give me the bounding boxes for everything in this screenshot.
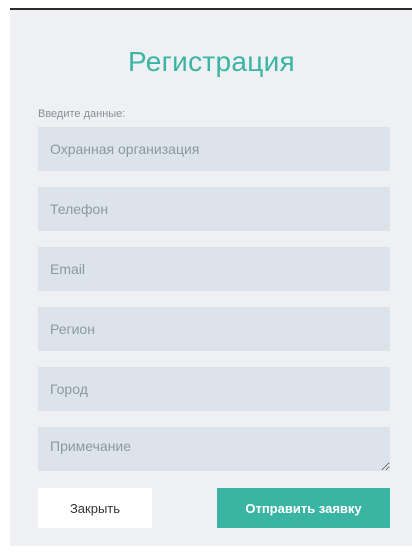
close-button[interactable]: Закрыть (38, 488, 152, 528)
region-input[interactable] (38, 307, 390, 351)
form-hint: Введите данные: (38, 108, 126, 120)
organization-input[interactable] (38, 127, 390, 171)
email-input[interactable] (38, 247, 390, 291)
form-title: Регистрация (128, 46, 295, 77)
city-input[interactable] (38, 367, 390, 411)
note-textarea[interactable] (38, 427, 390, 471)
submit-request-button[interactable]: Отправить заявку (217, 488, 390, 528)
registration-modal: Регистрация Введите данные: Закрыть Отпр… (10, 8, 412, 546)
phone-input[interactable] (38, 187, 390, 231)
